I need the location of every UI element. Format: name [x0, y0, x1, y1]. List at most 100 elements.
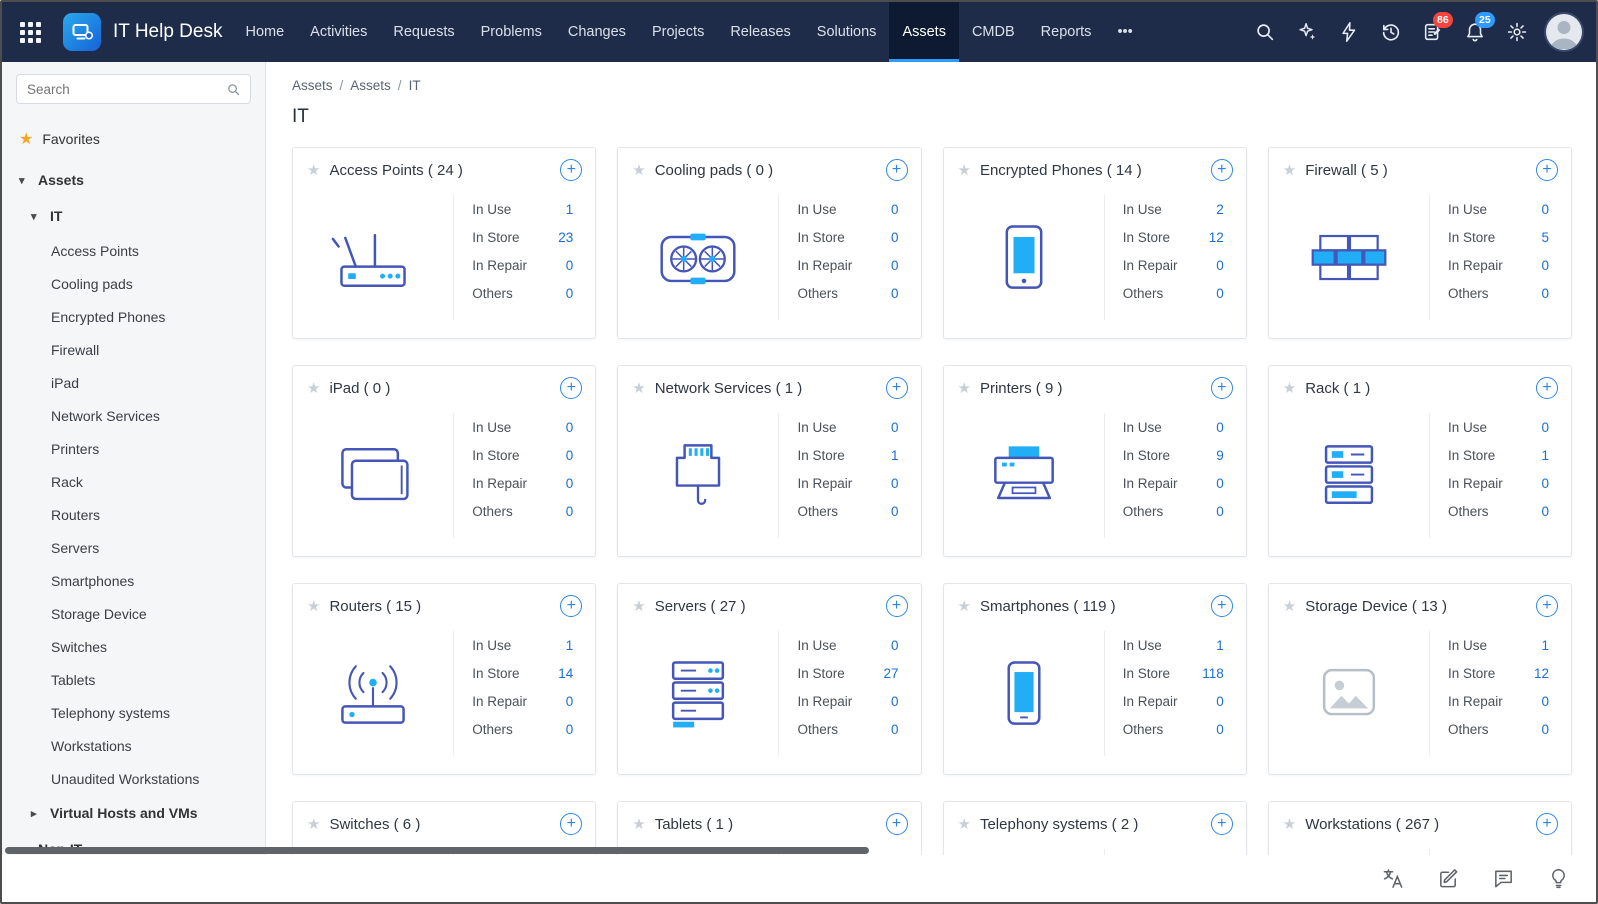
card-title[interactable]: Servers ( 27 )	[655, 598, 746, 615]
stat-value[interactable]: 1	[1541, 447, 1549, 464]
favorite-star-icon[interactable]: ★	[958, 379, 971, 397]
nav-item[interactable]: Changes	[555, 2, 639, 62]
stat-value[interactable]: 23	[558, 229, 573, 246]
notifications-button[interactable]: 25	[1458, 12, 1495, 49]
favorite-star-icon[interactable]: ★	[1283, 815, 1296, 833]
stat-value[interactable]: 0	[1541, 693, 1549, 710]
stat-value[interactable]: 118	[1202, 665, 1224, 682]
stat-value[interactable]: 9	[1216, 447, 1224, 464]
stat-value[interactable]: 0	[1541, 201, 1549, 218]
stat-value[interactable]: 0	[1216, 419, 1224, 436]
stat-value[interactable]: 0	[566, 721, 574, 738]
nav-item[interactable]: Requests	[380, 2, 467, 62]
sidebar-item[interactable]: iPad	[2, 366, 265, 399]
nav-item[interactable]: Problems	[468, 2, 555, 62]
stat-value[interactable]: 0	[1541, 285, 1549, 302]
add-asset-button[interactable]: +	[885, 595, 908, 617]
card-title[interactable]: iPad ( 0 )	[329, 380, 390, 397]
quick-actions-button[interactable]	[1290, 15, 1323, 49]
chevron-down-icon[interactable]: ▾	[31, 210, 43, 223]
stat-value[interactable]: 0	[891, 257, 899, 274]
favorite-star-icon[interactable]: ★	[307, 597, 320, 615]
favorite-star-icon[interactable]: ★	[307, 379, 320, 397]
card-title[interactable]: Storage Device ( 13 )	[1305, 598, 1447, 615]
sidebar-item[interactable]: Rack	[2, 465, 265, 498]
sidebar-node-virtual-hosts[interactable]: ▸ Virtual Hosts and VMs	[2, 795, 265, 831]
sidebar-item[interactable]: Storage Device	[2, 597, 265, 630]
tasks-count-badge[interactable]: 86	[1433, 12, 1453, 28]
notifications-count-badge[interactable]: 25	[1475, 12, 1495, 28]
app-grid-icon[interactable]	[20, 21, 41, 43]
sidebar-node-assets[interactable]: ▾ Assets	[2, 162, 265, 198]
sidebar-item-favorites[interactable]: ★ Favorites	[2, 120, 265, 158]
card-title[interactable]: Workstations ( 267 )	[1305, 816, 1439, 833]
add-asset-button[interactable]: +	[1536, 813, 1558, 835]
nav-item[interactable]: Projects	[639, 2, 717, 62]
card-title[interactable]: Switches ( 6 )	[329, 816, 420, 833]
stat-value[interactable]: 1	[1216, 637, 1224, 654]
card-title[interactable]: Tablets ( 1 )	[655, 816, 733, 833]
add-asset-button[interactable]: +	[1536, 595, 1558, 617]
sidebar-item[interactable]: Firewall	[2, 333, 265, 366]
nav-item[interactable]: CMDB	[959, 2, 1028, 62]
favorite-star-icon[interactable]: ★	[958, 161, 971, 179]
sidebar-item[interactable]: Printers	[2, 432, 265, 465]
nav-item[interactable]: •••	[1104, 2, 1145, 62]
stat-value[interactable]: 0	[566, 503, 574, 520]
stat-value[interactable]: 0	[1216, 285, 1224, 302]
stat-value[interactable]: 12	[1534, 665, 1549, 682]
stat-value[interactable]: 0	[891, 201, 899, 218]
stat-value[interactable]: 1	[891, 447, 899, 464]
add-asset-button[interactable]: +	[1210, 595, 1233, 617]
sidebar-item[interactable]: Smartphones	[2, 564, 265, 597]
card-title[interactable]: Cooling pads ( 0 )	[655, 162, 773, 179]
add-asset-button[interactable]: +	[560, 377, 583, 399]
sidebar-item[interactable]: Unaudited Workstations	[2, 762, 265, 795]
settings-button[interactable]	[1500, 15, 1533, 49]
favorite-star-icon[interactable]: ★	[307, 815, 320, 833]
smart-assist-button[interactable]	[1547, 867, 1570, 890]
add-asset-button[interactable]: +	[1210, 159, 1233, 181]
stat-value[interactable]: 27	[883, 665, 898, 682]
add-asset-button[interactable]: +	[1210, 377, 1233, 399]
stat-value[interactable]: 0	[891, 503, 899, 520]
stat-value[interactable]: 0	[1541, 475, 1549, 492]
sidebar-item[interactable]: Cooling pads	[2, 267, 265, 300]
add-asset-button[interactable]: +	[885, 377, 908, 399]
stat-value[interactable]: 12	[1209, 229, 1224, 246]
favorite-star-icon[interactable]: ★	[632, 161, 645, 179]
favorite-star-icon[interactable]: ★	[632, 815, 645, 833]
favorite-star-icon[interactable]: ★	[1283, 597, 1296, 615]
card-title[interactable]: Telephony systems ( 2 )	[980, 816, 1138, 833]
card-title[interactable]: Routers ( 15 )	[329, 598, 421, 615]
stat-value[interactable]: 14	[558, 665, 573, 682]
stat-value[interactable]: 0	[1541, 419, 1549, 436]
stat-value[interactable]: 0	[891, 475, 899, 492]
sidebar-item[interactable]: Workstations	[2, 729, 265, 762]
chat-button[interactable]	[1492, 867, 1515, 890]
favorite-star-icon[interactable]: ★	[632, 597, 645, 615]
card-title[interactable]: Firewall ( 5 )	[1305, 162, 1388, 179]
stat-value[interactable]: 0	[1216, 257, 1224, 274]
sidebar-item[interactable]: Telephony systems	[2, 696, 265, 729]
favorite-star-icon[interactable]: ★	[1283, 379, 1296, 397]
stat-value[interactable]: 0	[1216, 475, 1224, 492]
stat-value[interactable]: 0	[1216, 693, 1224, 710]
add-asset-button[interactable]: +	[1536, 159, 1558, 181]
stat-value[interactable]: 5	[1541, 229, 1549, 246]
stat-value[interactable]: 0	[566, 419, 574, 436]
favorite-star-icon[interactable]: ★	[1283, 161, 1296, 179]
nav-item[interactable]: Reports	[1028, 2, 1105, 62]
favorite-star-icon[interactable]: ★	[632, 379, 645, 397]
chevron-down-icon[interactable]: ▾	[19, 174, 31, 187]
stat-value[interactable]: 2	[1216, 201, 1224, 218]
nav-item[interactable]: Assets	[889, 2, 959, 62]
stat-value[interactable]: 0	[1216, 721, 1224, 738]
stat-value[interactable]: 0	[566, 285, 574, 302]
sidebar-item[interactable]: Servers	[2, 531, 265, 564]
stat-value[interactable]: 0	[566, 447, 574, 464]
sidebar-item[interactable]: Access Points	[2, 234, 265, 267]
flash-button[interactable]	[1332, 15, 1365, 49]
sidebar-item[interactable]: Tablets	[2, 663, 265, 696]
card-title[interactable]: Encrypted Phones ( 14 )	[980, 162, 1142, 179]
